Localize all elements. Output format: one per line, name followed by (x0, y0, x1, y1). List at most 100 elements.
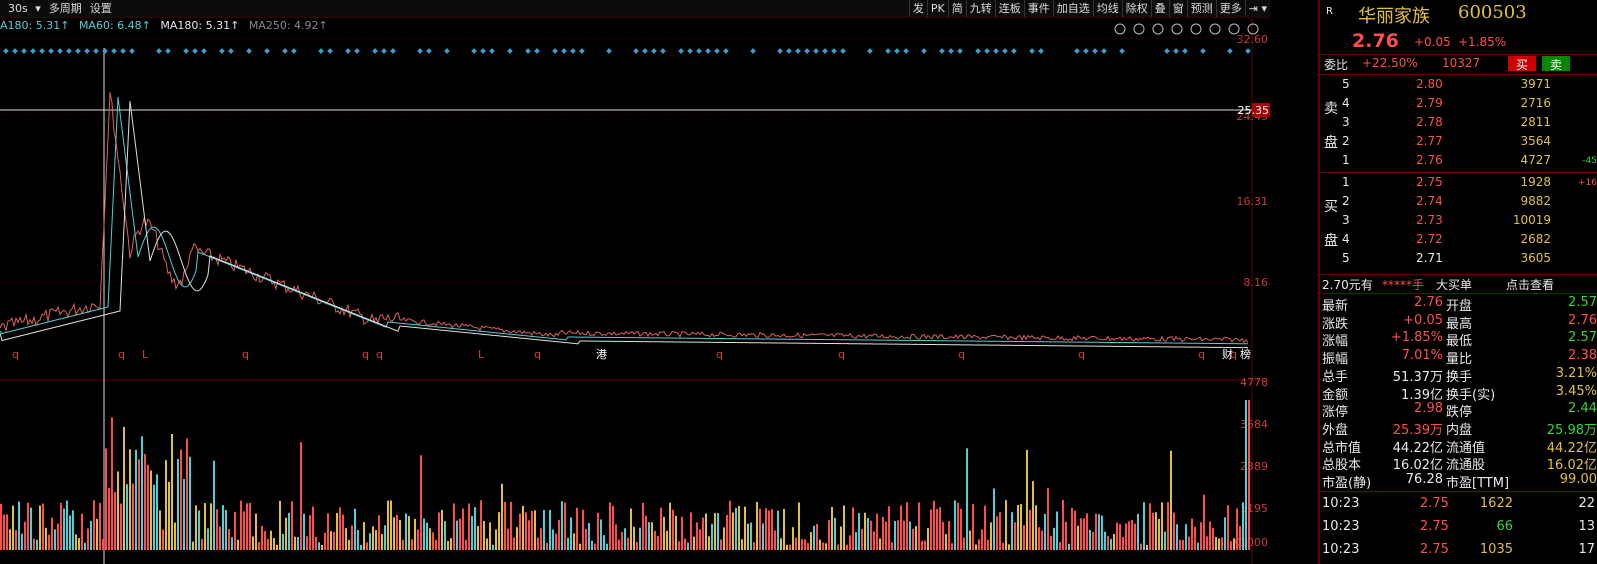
bids-volume: 9882 (1520, 194, 1551, 208)
event-label: q (242, 348, 249, 361)
volume-bar (558, 519, 560, 550)
volume-bar (1146, 544, 1148, 550)
volume-bar (783, 508, 785, 550)
tick-list: 10:23 2.75 1622 22 10:23 2.75 66 13 10:23 2.75 103… (1320, 494, 1597, 564)
stat-label: 金额 (1322, 387, 1349, 403)
volume-bar (135, 449, 137, 550)
bids-volume: 1928 (1520, 175, 1551, 189)
volume-bar (408, 516, 410, 550)
asks-level: 3 (1342, 115, 1350, 129)
buy-button[interactable]: 买 (1508, 56, 1536, 72)
asks-volume: 3564 (1520, 134, 1551, 148)
stat-label: 总市值 (1322, 440, 1362, 456)
event-marker (1101, 48, 1107, 54)
settings-button[interactable]: 设置 (86, 0, 116, 17)
volume-bar (774, 530, 776, 550)
kline-chart[interactable]: 32.6024.4516.318.1625.354778358423891195… (0, 18, 1270, 564)
toolbar-btn-12[interactable]: 更多 (1215, 0, 1245, 17)
volume-bar (189, 456, 191, 550)
volume-bar (174, 522, 176, 550)
volume-bar (618, 539, 620, 550)
event-marker (948, 48, 954, 54)
event-marker (894, 48, 900, 54)
event-marker (183, 48, 189, 54)
volume-bar (87, 528, 89, 550)
volume-bar (786, 544, 788, 550)
volume-bar (798, 502, 800, 550)
event-marker (1074, 48, 1080, 54)
volume-bar (996, 516, 998, 550)
volume-bar (105, 448, 107, 550)
toolbar-btn-5[interactable]: 事件 (1023, 0, 1053, 17)
multi-period-button[interactable]: 多周期 (45, 0, 86, 17)
volume-bar (633, 526, 635, 550)
volume-bar (321, 544, 323, 550)
volume-bar (165, 460, 167, 550)
stat-value: 3.21% (1555, 365, 1597, 381)
event-marker (30, 48, 36, 54)
toolbar-btn-11[interactable]: 预测 (1186, 0, 1216, 17)
volume-bar (1242, 502, 1244, 550)
volume-bar (474, 507, 476, 550)
event-marker (417, 48, 423, 54)
volume-bar (744, 506, 746, 550)
volume-bar (471, 516, 473, 550)
toolbar-btn-9[interactable]: 叠 (1150, 0, 1169, 17)
volume-bar (1170, 450, 1172, 550)
volume-bar (831, 506, 833, 550)
volume-bar (1131, 519, 1133, 550)
volume-bar (255, 513, 257, 550)
volume-bar (432, 532, 434, 550)
volume-bar (339, 507, 341, 550)
bid-label-2: 盘 (1324, 233, 1338, 249)
event-marker (705, 48, 711, 54)
volume-bar (1017, 505, 1019, 550)
toolbar-btn-3[interactable]: 九转 (965, 0, 995, 17)
toolbar-btn-0[interactable]: 发 (908, 0, 927, 17)
toolbar-btn-10[interactable]: 窗 (1168, 0, 1187, 17)
volume-bar (957, 502, 959, 550)
volume-bar (384, 525, 386, 550)
event-marker (291, 48, 297, 54)
period-select[interactable]: 30s ▾ (0, 0, 45, 17)
volume-bar (504, 501, 506, 550)
volume-bar (561, 501, 563, 550)
volume-bar (969, 530, 971, 550)
volume-bar (444, 521, 446, 550)
toolbar-btn-7[interactable]: 均线 (1092, 0, 1122, 17)
volume-bar (906, 502, 908, 550)
volume-bar (417, 529, 419, 550)
toolbar-btn-1[interactable]: PK (926, 0, 948, 17)
volume-bar (366, 542, 368, 550)
collapse-icon[interactable]: ⇥ ▾ (1244, 0, 1270, 17)
volume-bar (858, 513, 860, 550)
volume-bar (1053, 527, 1055, 550)
volume-bar (222, 505, 224, 550)
volume-bar (405, 513, 407, 550)
stat-value: 2.38 (1568, 348, 1597, 364)
toolbar-btn-6[interactable]: 加自选 (1052, 0, 1093, 17)
stat-value: 7.01% (1401, 348, 1443, 364)
volume-bar (381, 534, 383, 550)
toolbar-btn-8[interactable]: 除权 (1121, 0, 1151, 17)
sell-button[interactable]: 卖 (1542, 56, 1570, 72)
volume-bar (1167, 502, 1169, 550)
event-marker (696, 48, 702, 54)
volume-bar (45, 527, 47, 550)
volume-bar (669, 502, 671, 550)
big-order-amount: *****手 (1382, 278, 1425, 292)
big-order-link[interactable]: 点击查看 (1506, 276, 1554, 293)
volume-bar (1029, 509, 1031, 550)
volume-bar (39, 505, 41, 550)
volume-bar (396, 514, 398, 550)
ask-book: 卖 盘 5 2.80 3971 4 2.79 2716 3 2.78 2811 2 2.77 3564… (1320, 76, 1597, 171)
volume-bar (696, 522, 698, 550)
volume-bar (1224, 517, 1226, 550)
volume-bar (423, 518, 425, 550)
toolbar-btn-2[interactable]: 简 (947, 0, 966, 17)
chart-tool-icon (1190, 23, 1202, 35)
big-order-row[interactable]: 2.70元有 *****手 大买单 点击查看 (1320, 276, 1597, 292)
volume-bar (183, 479, 185, 550)
toolbar-btn-4[interactable]: 连板 (994, 0, 1024, 17)
volume-bar (96, 518, 98, 550)
